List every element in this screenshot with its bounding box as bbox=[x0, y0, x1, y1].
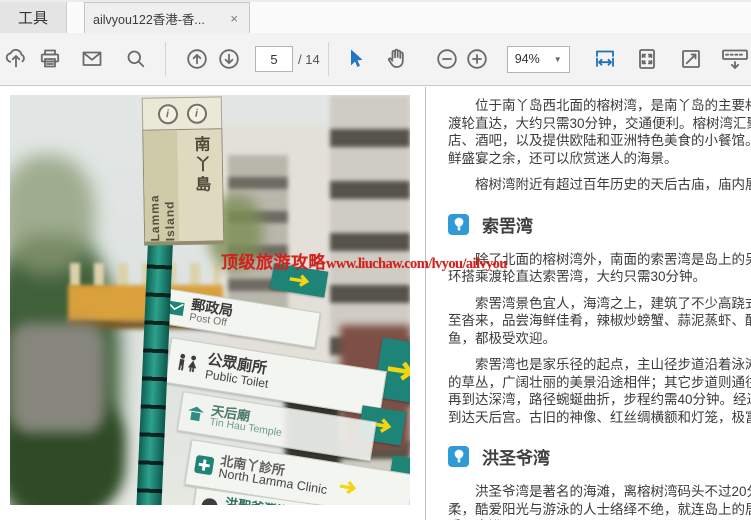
paragraph: 位于南丫岛西北面的榕树湾，是南丫岛的主要村落之一 渡轮直达，大约只需30分钟，交… bbox=[448, 97, 751, 167]
email-button[interactable] bbox=[79, 46, 105, 72]
balloon-bullet-icon bbox=[448, 214, 469, 235]
main-toolbar: / 14 94% ▼ bbox=[0, 33, 751, 86]
tab-tools-label: 工具 bbox=[18, 7, 48, 28]
tab-document[interactable]: ailvyou122香港-香... × bbox=[84, 2, 250, 33]
sign-face-english: Lamma Island bbox=[143, 130, 179, 242]
close-tab-icon[interactable]: × bbox=[227, 11, 241, 26]
temple-icon bbox=[186, 404, 206, 423]
watermark-url: www.liuchaw.com/lvyou/ailvyou bbox=[326, 256, 507, 272]
sign-english-line1: Lamma bbox=[146, 136, 162, 241]
toilet-people-icon bbox=[174, 352, 202, 374]
text-line: 的草丛，广阔壮丽的美景沿途相伴；其它步道则通往小岛南 bbox=[448, 374, 751, 392]
text-line: 索罟湾景色宜人，海湾之上，建筑了不少高跷式露天餐 bbox=[448, 295, 751, 313]
text-line: 榕树湾附近有超过百年历史的天后古庙，庙内展示了古老 bbox=[448, 176, 751, 194]
share-upload-button[interactable] bbox=[3, 46, 29, 72]
hand-tool-button[interactable] bbox=[384, 46, 410, 72]
watermark-text: 顶级旅游攻略www.liuchaw.com/lvyou/ailvyou bbox=[221, 248, 507, 273]
hide-toolbar-button[interactable] bbox=[720, 46, 750, 72]
paragraph: 榕树湾附近有超过百年历史的天后古庙，庙内展示了古老 bbox=[448, 176, 751, 194]
search-button[interactable] bbox=[123, 46, 149, 72]
fit-width-button[interactable] bbox=[592, 46, 618, 72]
text-line: 鲜盛宴之余，还可以欣赏迷人的海景。 bbox=[448, 150, 751, 168]
search-icon bbox=[123, 46, 149, 72]
paragraph: 洪圣爷湾是著名的海滩，离榕树湾码头不过20分钟步程 柔，酷爱阳光与游泳的人士络绎… bbox=[448, 483, 751, 520]
print-button[interactable] bbox=[37, 46, 63, 72]
section-heading-hung-shing-yeh: 洪圣爷湾 bbox=[448, 444, 751, 469]
text-line: 柔，酷爱阳光与游泳的人士络绎不绝，就连岛上的居民，也 bbox=[448, 501, 751, 519]
text-line: 至沓来，品尝海鲜佳肴，辣椒炒螃蟹、蒜泥蒸虾、酥炸鲜鱿 bbox=[448, 312, 751, 330]
printer-icon bbox=[37, 46, 63, 72]
section-heading-sok-kwu-wan: 索罟湾 bbox=[448, 212, 751, 237]
fit-page-icon bbox=[634, 46, 660, 72]
text-line: 索罟湾也是家乐径的起点，主山径步道沿着泳滩扶摇而 bbox=[448, 356, 751, 374]
text-line: 渡轮直达，大约只需30分钟，交通便利。榕树湾汇聚了不 bbox=[448, 115, 751, 133]
page-number-input[interactable] bbox=[255, 46, 293, 72]
stone-wall bbox=[10, 323, 105, 433]
cloud-upload-icon bbox=[3, 46, 29, 72]
zoom-in-button[interactable] bbox=[464, 46, 490, 72]
text-line: 再到达深湾，路径蜿蜒曲折，步程约需40分钟。经过下山一 bbox=[448, 391, 751, 409]
select-tool-button[interactable] bbox=[342, 46, 368, 72]
direction-arrow-icon bbox=[337, 478, 361, 497]
sign-english-line2: Island bbox=[161, 136, 177, 241]
page-total-label: / 14 bbox=[298, 52, 320, 67]
zoom-level-dropdown[interactable]: 94% ▼ bbox=[507, 46, 570, 73]
info-circle-icon: i bbox=[186, 103, 206, 123]
circle-minus-icon bbox=[434, 46, 460, 72]
circle-arrow-up-icon bbox=[184, 46, 210, 72]
toolbar-separator bbox=[328, 42, 329, 76]
sign-body: Lamma Island 南丫島 bbox=[142, 128, 224, 245]
document-title: ailvyou122香港-香... bbox=[93, 9, 221, 28]
fit-width-icon bbox=[592, 46, 618, 72]
page-edge-divider bbox=[425, 87, 426, 520]
chevron-down-icon: ▼ bbox=[554, 55, 562, 64]
hand-icon bbox=[384, 46, 410, 72]
article-text-column: 位于南丫岛西北面的榕树湾，是南丫岛的主要村落之一 渡轮直达，大约只需30分钟，交… bbox=[448, 87, 751, 520]
next-page-button[interactable] bbox=[216, 46, 242, 72]
toolbar-separator bbox=[165, 42, 166, 76]
balustrade bbox=[70, 263, 220, 287]
signpost-photo: 郵政局 Post Off 公眾廁所 Public Toilet bbox=[10, 95, 410, 505]
zoom-level-value: 94% bbox=[515, 52, 546, 66]
previous-page-button[interactable] bbox=[184, 46, 210, 72]
sign-face-chinese: 南丫島 bbox=[177, 129, 223, 241]
section-heading-label: 索罟湾 bbox=[482, 212, 533, 237]
circle-arrow-down-icon bbox=[216, 46, 242, 72]
beach-umbrella-icon bbox=[200, 497, 220, 505]
sign-chinese-label: 南丫島 bbox=[187, 135, 212, 195]
envelope-icon bbox=[79, 46, 105, 72]
text-line: 洪圣爷湾是著名的海滩，离榕树湾码头不过20分钟步程 bbox=[448, 483, 751, 501]
lamma-island-sign: i i Lamma Island 南丫島 bbox=[142, 96, 225, 245]
info-circle-icon: i bbox=[157, 104, 177, 124]
direction-arrow-icon bbox=[285, 270, 313, 290]
sign-top-band: i i bbox=[142, 96, 223, 129]
text-line: 到达天后宫。古旧的神像、红丝绸横额和灯笼，极富中国传统 bbox=[448, 409, 751, 427]
cursor-arrow-icon bbox=[342, 46, 368, 72]
watermark-prefix: 顶级旅游攻略 bbox=[221, 253, 326, 272]
tree-foliage bbox=[10, 155, 95, 275]
expand-icon bbox=[678, 46, 704, 72]
document-viewport[interactable]: 郵政局 Post Off 公眾廁所 Public Toilet bbox=[0, 87, 751, 520]
tab-tools[interactable]: 工具 bbox=[0, 2, 67, 33]
tab-bar: 工具 ailvyou122香港-香... × bbox=[0, 0, 751, 33]
fit-page-button[interactable] bbox=[634, 46, 660, 72]
zoom-out-button[interactable] bbox=[434, 46, 460, 72]
fullscreen-button[interactable] bbox=[678, 46, 704, 72]
pdf-reader-window: 工具 ailvyou122香港-香... × bbox=[0, 0, 751, 520]
clinic-cross-icon bbox=[193, 454, 215, 476]
circle-plus-icon bbox=[464, 46, 490, 72]
text-line: 店、酒吧，以及提供欧陆和亚洲特色美食的小餐馆。游人在 bbox=[448, 132, 751, 150]
paragraph: 索罟湾也是家乐径的起点，主山径步道沿着泳滩扶摇而 的草丛，广阔壮丽的美景沿途相伴… bbox=[448, 356, 751, 426]
balloon-bullet-icon bbox=[448, 446, 469, 467]
paragraph: 索罟湾景色宜人，海湾之上，建筑了不少高跷式露天餐 至沓来，品尝海鲜佳肴，辣椒炒螃… bbox=[448, 295, 751, 348]
section-heading-label: 洪圣爷湾 bbox=[482, 444, 550, 469]
text-line: 鱼，都极受欢迎。 bbox=[448, 330, 751, 348]
toolbar-collapse-icon bbox=[720, 46, 750, 72]
text-line: 位于南丫岛西北面的榕树湾，是南丫岛的主要村落之一 bbox=[448, 97, 751, 115]
